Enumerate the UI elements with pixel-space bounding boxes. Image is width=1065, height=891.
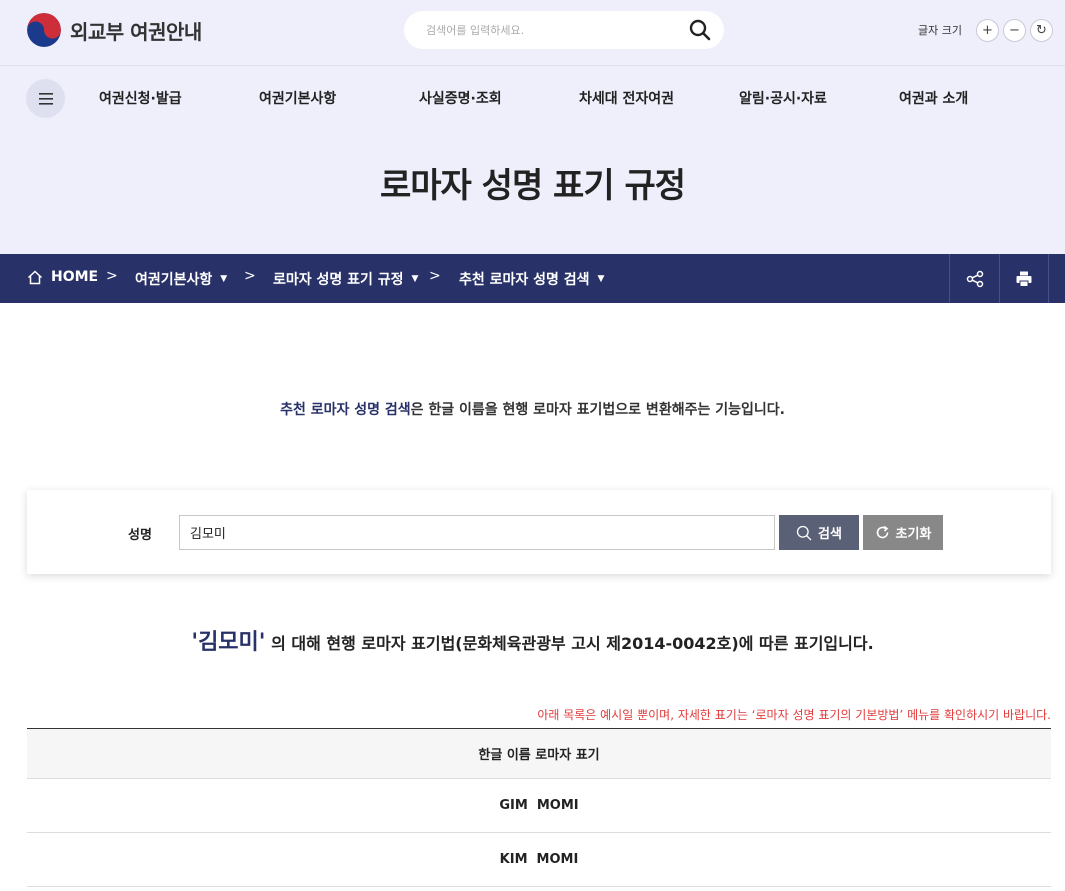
breadcrumb-home[interactable]: HOME [27,269,98,285]
search-button-label: 검색 [818,527,842,542]
reset-button-label: 초기화 [895,527,932,542]
breadcrumb-label: 추천 로마자 성명 검색 [459,272,590,288]
search-input[interactable] [426,20,676,40]
nav-item-certification[interactable]: 사실증명·조회 [419,88,502,108]
home-icon [27,269,43,284]
table-header: 한글 이름 로마자 표기 [27,729,1051,779]
main-nav: 여권신청·발급 여권기본사항 사실증명·조회 차세대 전자여권 알림·공시·자료… [0,66,1065,130]
font-size-label: 글자 크기 [918,24,962,37]
site-search [404,11,724,49]
caret-down-icon: ▼ [220,274,228,284]
taegeuk-logo-icon [27,13,61,47]
share-icon [966,270,983,287]
name-search-form: 성명 검색 초기화 [27,490,1051,574]
font-increase-button[interactable]: + [975,18,999,42]
printer-icon [1016,271,1032,287]
caret-down-icon: ▼ [597,274,605,284]
search-icon[interactable] [688,18,712,42]
font-decrease-button[interactable]: − [1002,18,1026,42]
result-text: 의 대해 현행 로마자 표기법(문화체육관광부 고시 제2014-0042호)에… [265,634,874,653]
reset-button[interactable]: 초기화 [863,515,943,550]
breadcrumb-label: 로마자 성명 표기 규정 [273,272,404,288]
breadcrumb-item-romanization[interactable]: 로마자 성명 표기 규정 ▼ [273,269,418,289]
chevron-right-icon: > [106,268,118,284]
search-button[interactable]: 검색 [779,515,859,550]
breadcrumb-home-label: HOME [51,269,99,285]
nav-item-e-passport[interactable]: 차세대 전자여권 [579,88,674,108]
logo-text: 외교부 여권안내 [70,19,202,44]
chevron-right-icon: > [429,268,441,284]
caret-down-icon: ▼ [411,274,419,284]
breadcrumb-item-passport-basics[interactable]: 여권기본사항 ▼ [135,269,227,289]
nav-item-passport-apply[interactable]: 여권신청·발급 [99,88,182,108]
header-area: 외교부 여권안내 글자 크기 + − ↻ 여권신청· [0,0,1065,254]
intro-text: 추천 로마자 성명 검색은 한글 이름을 현행 로마자 표기법으로 변환해주는 … [0,399,1065,419]
font-reset-button[interactable]: ↻ [1029,18,1053,42]
nav-item-passport-basics[interactable]: 여권기본사항 [259,88,336,108]
menu-icon[interactable] [26,79,65,118]
breadcrumb: HOME > 여권기본사항 ▼ > 로마자 성명 표기 규정 ▼ > 추천 로마자 … [0,254,1065,303]
table-row: KIM MOMI [27,833,1051,887]
print-button[interactable] [999,254,1049,303]
chevron-right-icon: > [244,268,256,284]
font-size-control: 글자 크기 + − ↻ [918,18,1053,42]
notice-text: 아래 목록은 예시일 뿐이며, 자세한 표기는 ‘로마자 성명 표기의 기본방법… [537,708,1051,722]
table-row: GIM MOMI [27,779,1051,833]
page-title: 로마자 성명 표기 규정 [379,166,686,206]
name-label: 성명 [128,528,152,543]
breadcrumb-item-name-search[interactable]: 추천 로마자 성명 검색 ▼ [459,269,604,289]
top-header: 외교부 여권안내 글자 크기 + − ↻ [0,0,1065,66]
search-icon [796,525,812,540]
breadcrumb-label: 여권기본사항 [135,272,213,288]
queried-name: '김모미' [191,630,266,655]
share-button[interactable] [949,254,999,303]
intro-highlight: 추천 로마자 성명 검색 [280,402,411,418]
result-description: '김모미' 의 대해 현행 로마자 표기법(문화체육관광부 고시 제2014-0… [0,624,1065,656]
intro-rest: 은 한글 이름을 현행 로마자 표기법으로 변환해주는 기능입니다. [410,402,785,418]
refresh-icon [876,525,888,539]
nav-item-about[interactable]: 여권과 소개 [899,88,968,108]
nav-item-notices[interactable]: 알림·공시·자료 [739,88,827,108]
site-logo[interactable]: 외교부 여권안내 [27,12,202,48]
name-input[interactable] [179,515,775,550]
romanization-table: 한글 이름 로마자 표기 GIM MOMI KIM MOMI [27,728,1051,887]
